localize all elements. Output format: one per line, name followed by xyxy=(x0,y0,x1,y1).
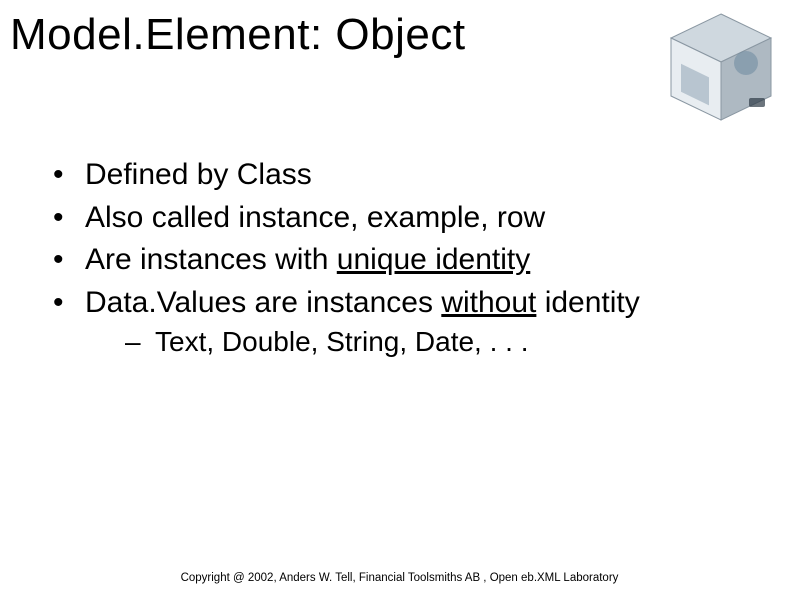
bullet-item: Are instances with unique identity xyxy=(45,240,769,281)
bullet-list: Defined by Class Also called instance, e… xyxy=(45,155,769,363)
slide: Model.Element: Object Defined by Class A… xyxy=(0,0,799,598)
underlined-text: unique identity xyxy=(337,243,530,276)
bullet-item: Data.Values are instances without identi… xyxy=(45,283,769,361)
copyright-footer: Copyright @ 2002, Anders W. Tell, Financ… xyxy=(0,572,799,584)
underlined-text: without xyxy=(441,286,536,319)
bullet-text: Also called instance, example, row xyxy=(85,201,545,234)
page-title: Model.Element: Object xyxy=(10,10,466,60)
bullet-text: Are instances with xyxy=(85,243,337,276)
sub-bullet-text: Text, Double, String, Date, . . . xyxy=(155,326,529,357)
decorative-cube-image xyxy=(661,8,781,128)
bullet-item: Defined by Class xyxy=(45,155,769,196)
bullet-text: identity xyxy=(536,286,639,319)
bullet-text: Data.Values are instances xyxy=(85,286,441,319)
bullet-item: Also called instance, example, row xyxy=(45,198,769,239)
bullet-text: Defined by Class xyxy=(85,158,312,191)
sub-bullet-item: Text, Double, String, Date, . . . xyxy=(85,323,769,361)
